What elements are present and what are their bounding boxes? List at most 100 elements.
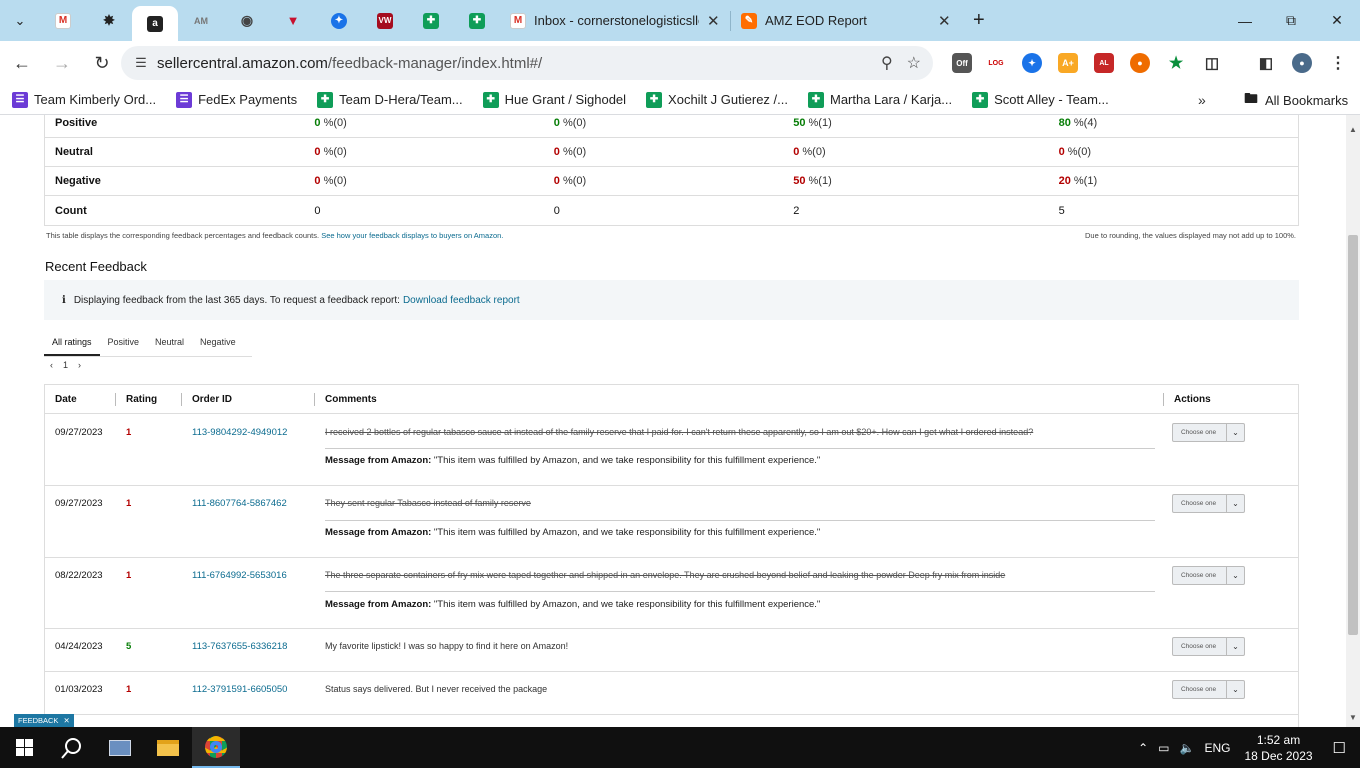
extension-green-star-icon[interactable]: ★: [1166, 41, 1186, 85]
file-explorer-icon[interactable]: [144, 727, 192, 768]
more-bookmarks-icon[interactable]: »: [1198, 85, 1206, 115]
pinned-tab-10[interactable]: ✚: [454, 0, 500, 41]
column-header[interactable]: Actions: [1174, 394, 1211, 405]
table-row: 09/27/2023 1 111-8607764-5867462 They se…: [45, 486, 1298, 558]
site-settings-icon[interactable]: ☰: [125, 55, 157, 71]
tab-inbox[interactable]: M Inbox - cornerstonelogisticsllc2... ✕: [500, 0, 730, 41]
new-tab-icon[interactable]: +: [961, 9, 997, 32]
notifications-icon[interactable]: ☐: [1333, 739, 1346, 757]
feedback-tab[interactable]: FEEDBACK ✕: [14, 714, 74, 727]
pinned-tab-4[interactable]: AM: [178, 0, 224, 41]
table-row: 08/22/2023 1 111-6764992-5653016 The thr…: [45, 558, 1298, 629]
order-id-link[interactable]: 113-7637655-6336218: [192, 641, 287, 652]
minimize-icon[interactable]: —: [1222, 0, 1268, 41]
desktop-app-icon[interactable]: [96, 727, 144, 768]
next-page-icon[interactable]: ›: [78, 360, 81, 370]
order-id-link[interactable]: 112-3791591-6605050: [192, 684, 287, 695]
volume-icon[interactable]: 🔈: [1180, 741, 1195, 755]
bookmark-item[interactable]: ✚ Scott Alley - Team...: [972, 91, 1109, 108]
tab-all-ratings[interactable]: All ratings: [44, 331, 100, 356]
pinned-tab-8[interactable]: VW: [362, 0, 408, 41]
tab-amz-eod-report[interactable]: ✎ AMZ EOD Report ✕: [731, 0, 961, 41]
bookmark-item[interactable]: ✚ Martha Lara / Karja...: [807, 91, 952, 108]
extension-star-circle-icon[interactable]: ✦: [1022, 41, 1042, 85]
bookmark-item[interactable]: ✚ Hue Grant / Sighodel: [482, 91, 626, 108]
side-panel-icon[interactable]: ◧: [1256, 41, 1276, 85]
back-icon[interactable]: ←: [4, 45, 40, 81]
column-header[interactable]: Rating: [126, 394, 157, 405]
dropdown-placeholder: Choose one: [1181, 500, 1217, 507]
feedback-date: 08/22/2023: [55, 570, 103, 581]
profile-avatar[interactable]: ●: [1292, 41, 1312, 85]
pinned-tab-6[interactable]: ▼: [270, 0, 316, 41]
window-close-icon[interactable]: ✕: [1314, 0, 1360, 41]
column-header[interactable]: Order ID: [192, 394, 232, 405]
actions-dropdown[interactable]: Choose one ⌄: [1172, 566, 1245, 585]
search-icon[interactable]: [48, 727, 96, 768]
column-header[interactable]: Comments: [325, 394, 377, 405]
actions-dropdown[interactable]: Choose one ⌄: [1172, 637, 1245, 656]
value: 50: [793, 117, 806, 129]
extension-login-icon[interactable]: LOG: [986, 41, 1006, 85]
bookmark-star-icon[interactable]: ☆: [907, 53, 921, 73]
download-report-link[interactable]: Download feedback report: [403, 295, 520, 306]
close-icon[interactable]: ✕: [707, 12, 720, 30]
pinned-tab-gmail[interactable]: M: [40, 0, 86, 41]
clock[interactable]: 1:52 am 18 Dec 2023: [1244, 732, 1312, 764]
tab-search-icon[interactable]: ⌄: [0, 0, 40, 41]
address-bar[interactable]: ☰ sellercentral.amazon.com/feedback-mana…: [121, 46, 933, 80]
feedback-comment: The three separate containers of fry mix…: [325, 570, 1006, 580]
actions-dropdown[interactable]: Choose one ⌄: [1172, 494, 1245, 513]
prev-page-icon[interactable]: ‹: [50, 360, 53, 370]
chrome-icon[interactable]: [192, 727, 240, 768]
order-id-link[interactable]: 111-6764992-5653016: [192, 570, 287, 581]
sheets-icon: ✚: [469, 12, 485, 29]
order-id-link[interactable]: 111-8607764-5867462: [192, 498, 287, 509]
pinned-tab-chatgpt[interactable]: ✸: [86, 0, 132, 41]
scrollbar-thumb[interactable]: [1348, 235, 1358, 635]
chevron-down-icon: ⌄: [1226, 567, 1244, 584]
bookmark-item[interactable]: ☰ Team Kimberly Ord...: [12, 91, 156, 108]
sheets-icon: ✚: [423, 12, 439, 29]
pinned-tab-7[interactable]: ✦: [316, 0, 362, 41]
bookmark-item[interactable]: ✚ Xochilt J Gutierez /...: [646, 91, 788, 108]
reload-icon[interactable]: ↻: [84, 45, 120, 81]
extension-a-plus-icon[interactable]: A+: [1058, 41, 1078, 85]
count: %(1): [808, 117, 832, 129]
bookmark-item[interactable]: ✚ Team D-Hera/Team...: [317, 91, 463, 108]
tray-chevron-icon[interactable]: ⌃: [1138, 741, 1148, 755]
tab-neutral[interactable]: Neutral: [147, 331, 192, 356]
restore-icon[interactable]: ⧉: [1268, 0, 1314, 41]
bookmark-item[interactable]: ☰ FedEx Payments: [176, 91, 297, 108]
extension-orange-icon[interactable]: ●: [1130, 41, 1150, 85]
browser-menu-icon[interactable]: ⋮: [1328, 41, 1348, 85]
actions-dropdown[interactable]: Choose one ⌄: [1172, 680, 1245, 699]
network-icon[interactable]: ▭: [1158, 741, 1169, 755]
all-bookmarks-button[interactable]: 🖿 All Bookmarks: [1244, 85, 1348, 115]
tab-negative[interactable]: Negative: [192, 331, 244, 356]
tab-positive[interactable]: Positive: [100, 331, 148, 356]
language-indicator[interactable]: ENG: [1204, 741, 1230, 755]
close-icon[interactable]: ✕: [63, 716, 69, 725]
column-header[interactable]: Date: [55, 394, 77, 405]
browser-toolbar: ← → ↻ ☰ sellercentral.amazon.com/feedbac…: [0, 41, 1360, 85]
value: 0: [314, 175, 321, 187]
page-scrollbar[interactable]: ▲ ▼: [1346, 115, 1360, 727]
forward-icon[interactable]: →: [44, 45, 80, 81]
extensions-puzzle-icon[interactable]: ◫: [1202, 41, 1222, 85]
pinned-tab-5[interactable]: ◉: [224, 0, 270, 41]
extension-off-icon[interactable]: Off: [952, 41, 972, 85]
actions-dropdown[interactable]: Choose one ⌄: [1172, 423, 1245, 442]
order-id-link[interactable]: 113-9804292-4949012: [192, 427, 287, 438]
pinned-tab-amazon[interactable]: a: [132, 6, 178, 41]
close-icon[interactable]: ✕: [938, 12, 951, 30]
feedback-summary-table: Positive 0 %(0) 0 %(0) 50 %(1) 80 %(4) N…: [44, 115, 1299, 226]
windows-start-icon[interactable]: [0, 727, 48, 768]
pinned-tab-9[interactable]: ✚: [408, 0, 454, 41]
page-number[interactable]: 1: [63, 360, 68, 370]
buyer-view-link[interactable]: See how your feedback displays to buyers…: [321, 231, 503, 240]
extension-alert-icon[interactable]: AL: [1094, 41, 1114, 85]
zoom-icon[interactable]: ⚲: [881, 53, 893, 73]
scroll-down-icon[interactable]: ▼: [1349, 713, 1357, 722]
scroll-up-icon[interactable]: ▲: [1349, 125, 1357, 134]
